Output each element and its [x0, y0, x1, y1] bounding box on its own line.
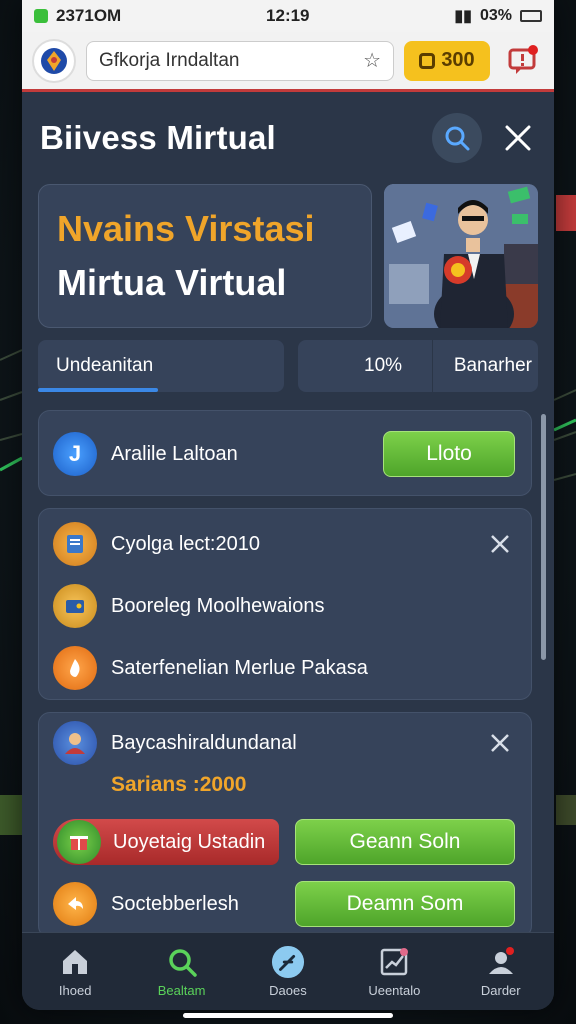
bottom-nav: Ihoed Bealtam Daoes Ueentalo Darder	[22, 932, 554, 1010]
collapse-icon[interactable]	[487, 730, 513, 756]
claim-button-1-label: Geann Soln	[349, 830, 461, 853]
businessman-illustration	[384, 184, 538, 328]
hero-image	[384, 184, 538, 328]
rewards-card: Baycashiraldundanal Sarians :2000 Uoyeta…	[38, 712, 532, 938]
notification-badge	[528, 44, 538, 55]
progress-percent: 10%	[364, 355, 403, 376]
lock-icon	[34, 9, 48, 23]
battery-percent: 03%	[479, 7, 512, 24]
page-header: Biivess Mirtual	[22, 92, 554, 184]
tab-secondary[interactable]: 10% Banarher	[298, 340, 538, 392]
avatar-icon	[53, 721, 97, 765]
nav-profile[interactable]: Darder	[456, 945, 546, 998]
hero-subtitle: Mirtua Virtual	[57, 262, 287, 303]
nav-stats-label: Ueentalo	[368, 983, 421, 998]
tab-progress-bar	[38, 388, 158, 392]
tab-secondary-label: Banarher	[453, 355, 532, 376]
item-label: Saterfenelian Merlue Pakasa	[111, 656, 368, 679]
home-icon	[58, 945, 92, 979]
claim-button-2-label: Deamn Som	[346, 892, 464, 915]
reward-pill[interactable]: Uoyetaig Ustadin	[53, 819, 279, 865]
tab-primary-label: Undeanitan	[56, 355, 154, 376]
coin-balance[interactable]: 300	[404, 40, 490, 81]
load-button-label: Lloto	[426, 442, 472, 465]
flame-icon	[53, 646, 97, 690]
nav-home[interactable]: Ihoed	[30, 945, 120, 998]
search-icon	[445, 126, 470, 151]
url-bar[interactable]: Gfkorja Irndaltan ☆	[86, 40, 394, 81]
item-label: Booreleg Moolhewaions	[111, 594, 325, 617]
rewards-title: Baycashiraldundanal	[111, 731, 297, 754]
claim-button-2[interactable]: Deamn Som	[295, 881, 515, 927]
status-bar: 2371OM 12:19 ▮▮ 03%	[22, 0, 554, 32]
nav-stats[interactable]: Ueentalo	[349, 945, 439, 998]
gift-icon	[57, 820, 101, 864]
battery-icon	[519, 10, 542, 22]
collapse-icon[interactable]	[487, 531, 513, 557]
scrollbar[interactable]	[541, 414, 546, 660]
item-label: Cyolga lect:2010	[111, 532, 260, 555]
list-item[interactable]: Booreleg Moolhewaions	[39, 575, 531, 637]
document-icon	[53, 522, 97, 566]
rewards-subtitle: Sarians :2000	[111, 773, 247, 796]
tab-divider	[432, 340, 434, 392]
url-text: Gfkorja Irndaltan	[99, 49, 240, 71]
tab-bar: Undeanitan 10% Banarher	[22, 328, 554, 392]
search-button[interactable]	[432, 113, 482, 163]
signal-icon: ▮▮	[454, 8, 472, 25]
bookmark-icon[interactable]: ☆	[363, 48, 381, 73]
home-indicator[interactable]	[183, 1013, 393, 1018]
page-title: Biivess Mirtual	[40, 119, 276, 156]
compass-icon	[271, 945, 305, 979]
profile-icon	[484, 945, 518, 979]
notification-button[interactable]	[500, 39, 544, 83]
reward-label: Uoyetaig Ustadin	[113, 830, 266, 853]
status-time: 12:19	[266, 6, 310, 25]
list-item[interactable]: Saterfenelian Merlue Pakasa	[39, 637, 531, 699]
available-label: Aralile Laltoan	[111, 442, 238, 465]
content-list: J Aralile Laltoan Lloto Cyolga lect:2010	[22, 392, 554, 938]
wallet-icon	[53, 584, 97, 628]
coin-icon	[419, 52, 436, 69]
status-time-left: 2371OM	[56, 6, 122, 25]
chart-icon	[377, 945, 411, 979]
close-icon	[505, 125, 531, 151]
available-card: J Aralile Laltoan Lloto	[38, 410, 532, 496]
load-button[interactable]: Lloto	[383, 431, 515, 477]
hero-card[interactable]: Nvains Virstasi Mirtua Virtual	[38, 184, 372, 328]
app-logo[interactable]	[32, 38, 76, 83]
hero-title: Nvains Virstasi	[57, 208, 315, 249]
claim-button-1[interactable]: Geann Soln	[295, 819, 515, 865]
tab-primary[interactable]: Undeanitan	[38, 340, 284, 392]
phone-screen: 2371OM 12:19 ▮▮ 03% Gfkorja Irndaltan ☆ …	[22, 0, 554, 1010]
reward-row: Soctebberlesh Deamn Som	[39, 873, 531, 935]
nav-home-label: Ihoed	[58, 983, 92, 998]
nav-discover-label: Daoes	[269, 983, 307, 998]
j-badge-icon: J	[53, 432, 97, 476]
app-bar: Gfkorja Irndaltan ☆ 300	[22, 32, 554, 92]
reward-label: Soctebberlesh	[111, 892, 239, 915]
close-button[interactable]	[500, 120, 536, 156]
list-item[interactable]: Cyolga lect:2010	[39, 513, 531, 575]
hero-section: Nvains Virstasi Mirtua Virtual	[22, 184, 554, 328]
search-icon	[165, 945, 199, 979]
items-card: Cyolga lect:2010 Booreleg Moolhewaions S…	[38, 508, 532, 700]
nav-profile-label: Darder	[480, 983, 521, 998]
nav-search-label: Bealtam	[157, 983, 206, 998]
reward-row: Uoyetaig Ustadin Geann Soln	[39, 811, 531, 873]
nav-search[interactable]: Bealtam	[137, 945, 227, 998]
coin-amount: 300	[441, 49, 475, 71]
nav-discover[interactable]: Daoes	[243, 945, 333, 998]
logo-icon	[41, 47, 67, 74]
share-icon	[53, 882, 97, 926]
